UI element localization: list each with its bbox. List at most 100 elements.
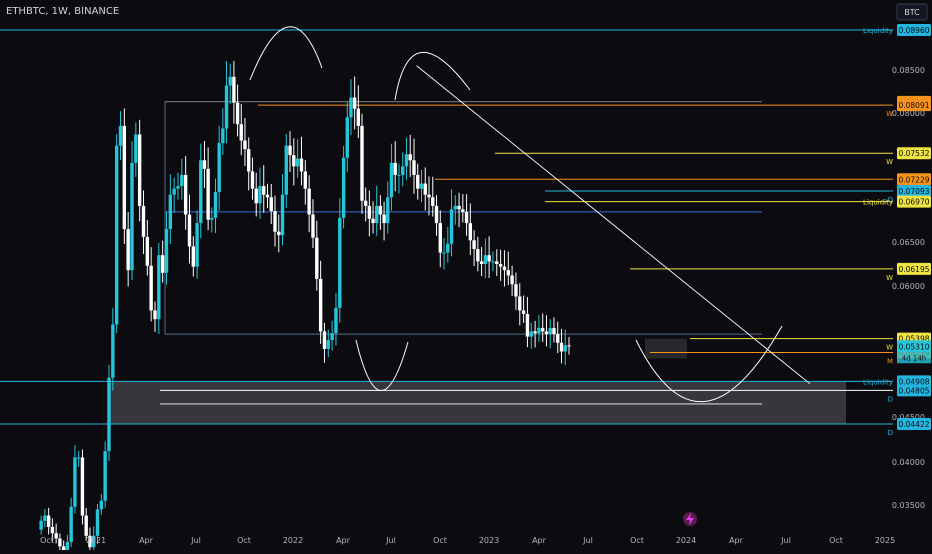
candle-body [540,327,545,332]
candle-body [299,158,304,172]
candle-body [80,457,85,516]
candle-body [397,174,401,176]
candle-body [153,310,157,320]
chart-container[interactable]: 0.08500 0.08000 0.06500 0.06000 0.04500 0.040… [0,0,932,554]
candle-body [446,243,450,253]
candle-body [476,249,480,262]
candle-body [134,134,138,163]
lightning-icon[interactable] [683,512,697,526]
candle-body [341,157,346,218]
candle-body [457,205,461,210]
candle-body [487,255,491,262]
candle-body [262,186,266,195]
demand-zone [108,381,846,425]
candle-body [191,246,196,267]
candle-body [73,457,77,507]
y-tick-label: 0.03500 [892,501,925,510]
level-tag: W [886,110,893,118]
x-tick-label: Apr [729,536,744,545]
candle-body [334,307,338,334]
price-badge: 0.08960 [898,26,929,35]
candle-body [288,145,292,156]
candle-body [235,102,240,125]
candle-body [247,149,251,172]
y-tick-label: 0.06000 [892,282,925,291]
x-tick-label: Jul [190,536,201,545]
candle-body [265,194,270,198]
x-tick-label: Apr [336,536,351,545]
candle-body [556,334,560,343]
candle-body [533,331,537,334]
candle-body [525,313,530,337]
candle-body [160,255,165,273]
price-badge: 0.04422 [898,420,929,429]
candle-body [393,162,397,175]
candle-body [280,194,285,236]
candle-body [95,509,100,536]
candle-body [258,186,262,204]
x-tick-label: 2022 [283,536,303,545]
x-tick-label: Oct [829,536,843,545]
currency-button[interactable]: BTC [896,3,928,21]
candle-body [164,229,169,273]
candle-body [514,284,518,297]
level-tag: Liquidity [863,378,893,386]
candle-body [548,327,552,335]
last-price-badge: 0.05310 [898,342,929,351]
candle-body [118,125,123,146]
candle-body [199,160,203,224]
candle-body [50,527,55,534]
x-tick-label: 2024 [676,536,696,545]
candle-body [217,143,221,193]
candle-body [416,174,420,189]
candle-body [277,231,281,236]
candle-body [356,108,361,126]
candle-body [103,451,107,501]
candle-body [210,217,214,220]
candle-body [141,205,146,237]
candle-body [111,324,115,378]
candle-body [338,217,342,308]
candle-body [295,158,300,167]
candle-body [130,162,134,271]
candle-body [107,377,111,452]
candle-body [292,155,296,167]
level-tag: Liquidity [863,199,893,207]
candle-body [168,194,173,230]
candle-body [99,500,104,510]
candle-body [412,160,416,175]
candle-body [386,197,390,224]
candle-body [468,223,473,241]
candle-body [243,140,247,150]
x-tick-label: Oct [433,536,447,545]
candle-body [239,124,243,141]
candle-body [495,261,499,264]
candle-body [311,214,315,238]
candle-body [126,229,130,271]
candle-body [232,76,236,103]
candle-body [438,223,442,253]
y-tick-label: 0.08500 [892,66,925,75]
candle-body [552,327,556,335]
x-tick-label: 2023 [479,536,499,545]
candle-body [464,211,469,224]
currency-label: BTC [904,8,920,17]
candle-body [180,174,184,187]
candle-body [378,205,383,215]
price-badge: 0.08091 [898,101,929,110]
y-tick-label: 0.06500 [892,238,925,247]
candle-body [43,515,47,521]
candle-body [76,457,81,459]
candle-body [345,117,349,158]
candle-body [367,205,372,219]
candle-body [228,76,232,86]
candle-body [84,515,88,536]
candle-body [563,345,567,352]
candle-body [408,154,412,161]
candle-body [559,342,564,352]
y-tick-label: 0.04000 [892,458,925,467]
candle-body [202,160,207,169]
candle-body [39,520,43,530]
price-chart[interactable]: 0.085000.080000.065000.060000.045000.040… [0,0,932,554]
countdown-label: 4d 14h [902,354,926,362]
